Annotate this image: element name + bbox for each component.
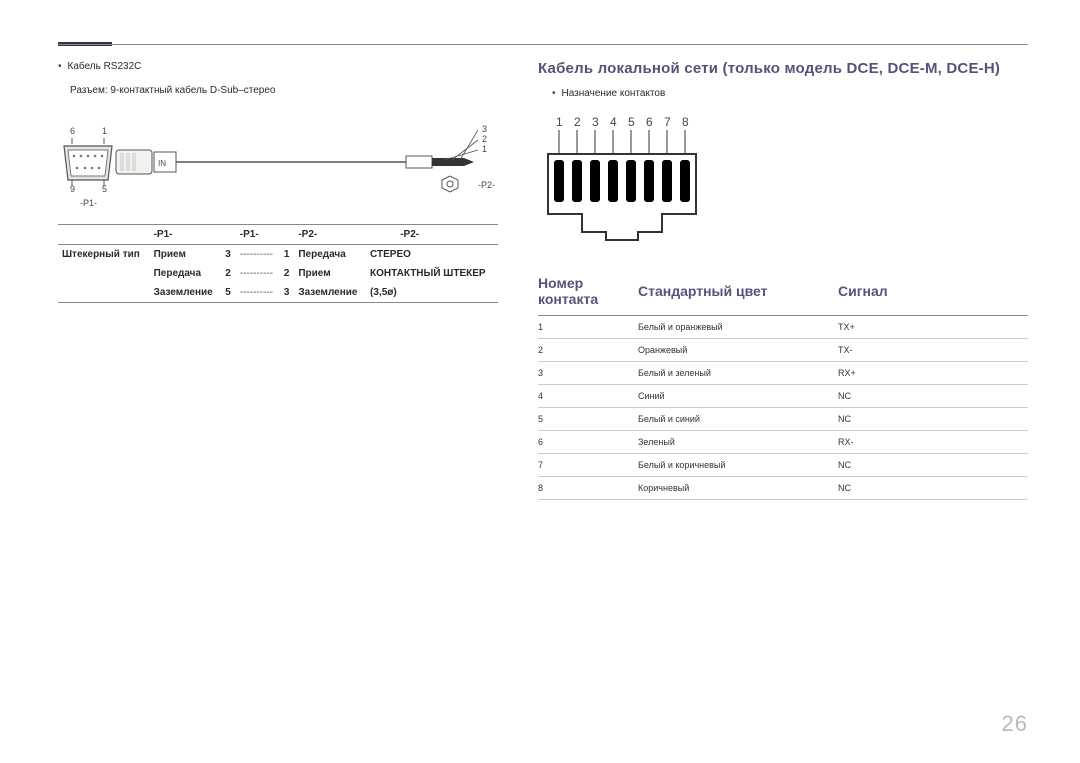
table-row: Штекерный тип Прием 3 ---------- 1 Перед… bbox=[58, 244, 498, 264]
table-row: 3Белый и зеленыйRX+ bbox=[538, 361, 1028, 384]
table-row: 4СинийNC bbox=[538, 384, 1028, 407]
lan-section-title: Кабель локальной сети (только модель DCE… bbox=[538, 60, 1028, 77]
left-column: Кабель RS232C Разъем: 9-контактный кабел… bbox=[58, 60, 498, 500]
p2-label: -P2- bbox=[478, 180, 495, 190]
table-row: 1Белый и оранжевыйTX+ bbox=[538, 315, 1028, 338]
pin-assignment-bullet: Назначение контактов bbox=[552, 87, 1028, 102]
th-color: Стандартный цвет bbox=[638, 269, 838, 316]
connector-desc: Разъем: 9-контактный кабель D-Sub–стерео bbox=[70, 85, 498, 96]
jack-1: 1 bbox=[482, 144, 487, 154]
rj45-body bbox=[548, 154, 696, 240]
pin-9: 9 bbox=[70, 184, 75, 194]
table-row: 6ЗеленыйRX- bbox=[538, 430, 1028, 453]
pin-1: 1 bbox=[102, 126, 107, 136]
cable-diagram: 6 1 9 5 -P1- bbox=[58, 110, 498, 210]
page-number: 26 bbox=[1002, 711, 1028, 737]
pin-6: 6 bbox=[70, 126, 75, 136]
svg-text:5: 5 bbox=[628, 115, 635, 129]
cable-grip: IN bbox=[116, 150, 176, 174]
wiring-header-row: -P1- -P1- -P2- -P2- bbox=[58, 224, 498, 244]
svg-text:7: 7 bbox=[664, 115, 671, 129]
svg-text:2: 2 bbox=[574, 115, 581, 129]
left-bullet: Кабель RS232C bbox=[58, 60, 498, 75]
in-label: IN bbox=[158, 159, 166, 168]
svg-text:3: 3 bbox=[592, 115, 599, 129]
table-row: Заземление 5 ---------- 3 Заземление (3,… bbox=[58, 283, 498, 303]
header-rule bbox=[58, 44, 1028, 45]
th-signal: Сигнал bbox=[838, 269, 1028, 316]
jack-2: 2 bbox=[482, 134, 487, 144]
stereo-jack: 3 2 1 -P2- bbox=[406, 124, 495, 192]
svg-text:1: 1 bbox=[556, 115, 563, 129]
rj45-svg: 1 2 3 4 5 6 7 8 bbox=[546, 114, 716, 244]
table-row: 2ОранжевыйTX- bbox=[538, 338, 1028, 361]
rj45-diagram: 1 2 3 4 5 6 7 8 bbox=[546, 114, 1028, 249]
pinout-header-row: Номер контакта Стандартный цвет Сигнал bbox=[538, 269, 1028, 316]
dsub-connector: 6 1 9 5 -P1- bbox=[64, 126, 112, 208]
th-pin-number: Номер контакта bbox=[538, 269, 638, 316]
pin-5: 5 bbox=[102, 184, 107, 194]
jack-3: 3 bbox=[482, 124, 487, 134]
table-row: Передача 2 ---------- 2 Прием КОНТАКТНЫЙ… bbox=[58, 264, 498, 283]
svg-text:6: 6 bbox=[646, 115, 653, 129]
cable-svg: 6 1 9 5 -P1- bbox=[58, 110, 498, 220]
table-row: 7Белый и коричневыйNC bbox=[538, 453, 1028, 476]
pinout-table: Номер контакта Стандартный цвет Сигнал 1… bbox=[538, 269, 1028, 500]
wiring-table: -P1- -P1- -P2- -P2- Штекерный тип Прием … bbox=[58, 224, 498, 303]
svg-text:4: 4 bbox=[610, 115, 617, 129]
right-column: Кабель локальной сети (только модель DCE… bbox=[538, 60, 1028, 500]
table-row: 5Белый и синийNC bbox=[538, 407, 1028, 430]
table-row: 8КоричневыйNC bbox=[538, 476, 1028, 499]
svg-text:8: 8 bbox=[682, 115, 689, 129]
p1-label: -P1- bbox=[80, 198, 97, 208]
